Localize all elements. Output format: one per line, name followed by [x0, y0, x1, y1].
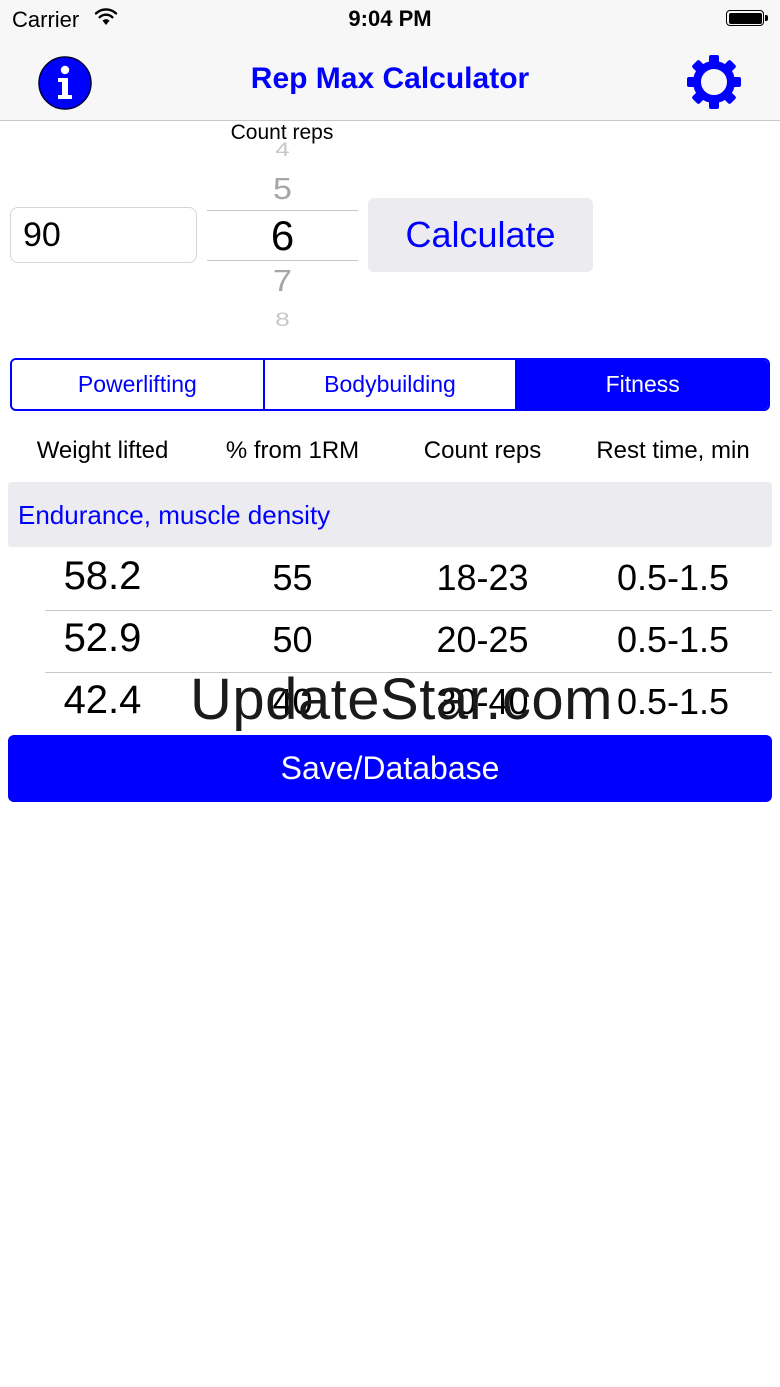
rest-cell: 0.5-1.5: [616, 619, 730, 660]
weight-input[interactable]: [10, 207, 197, 263]
column-header-rest: Rest time, min: [596, 437, 750, 464]
picker-option[interactable]: 5: [207, 172, 358, 207]
section-header: Endurance, muscle density: [8, 482, 772, 547]
reps-cell: 18-23: [436, 557, 529, 598]
status-bar: Carrier 9:04 PM: [0, 0, 780, 40]
picker-option[interactable]: 8: [207, 308, 358, 331]
status-time: 9:04 PM: [348, 6, 432, 31]
section-title: Endurance, muscle density: [18, 500, 331, 530]
nav-bar: Rep Max Calculator: [0, 40, 780, 121]
weight-cell: 58.2: [63, 554, 142, 598]
column-header-reps: Count reps: [423, 437, 542, 464]
weight-cell: 52.9: [63, 616, 142, 660]
reps-cell: 30-40: [436, 681, 529, 722]
program-segmented-control: Powerlifting Bodybuilding Fitness: [10, 358, 770, 411]
percent-cell: 50: [272, 619, 313, 660]
tab-fitness[interactable]: Fitness: [515, 360, 768, 409]
table-row[interactable]: 42.4 40 30-40 0.5-1.5: [0, 673, 780, 735]
reps-cell: 20-25: [436, 619, 529, 660]
page-title: Rep Max Calculator: [250, 62, 530, 95]
save-database-button[interactable]: Save/Database: [8, 735, 772, 802]
picker-selected-option[interactable]: 6: [207, 212, 358, 260]
table-row[interactable]: 52.9 50 20-25 0.5-1.5: [0, 611, 780, 673]
percent-cell: 40: [272, 681, 313, 722]
tab-powerlifting[interactable]: Powerlifting: [12, 360, 263, 409]
calculate-button[interactable]: Calculate: [368, 198, 593, 272]
picker-option[interactable]: 4: [207, 138, 358, 161]
table-row[interactable]: 58.2 55 18-23 0.5-1.5: [0, 549, 780, 611]
tab-bodybuilding[interactable]: Bodybuilding: [262, 360, 516, 409]
rest-cell: 0.5-1.5: [616, 681, 730, 722]
column-header-weight: Weight lifted: [36, 437, 169, 464]
column-header-percent: % from 1RM: [225, 437, 360, 464]
rest-cell: 0.5-1.5: [616, 557, 730, 598]
picker-option[interactable]: 7: [207, 264, 358, 299]
percent-cell: 55: [272, 557, 313, 598]
battery-icon: [726, 10, 770, 28]
settings-button[interactable]: [684, 52, 744, 112]
weight-cell: 42.4: [63, 678, 142, 722]
gear-icon: [687, 55, 741, 109]
reps-picker[interactable]: 4 5 6 7 8: [207, 138, 358, 348]
